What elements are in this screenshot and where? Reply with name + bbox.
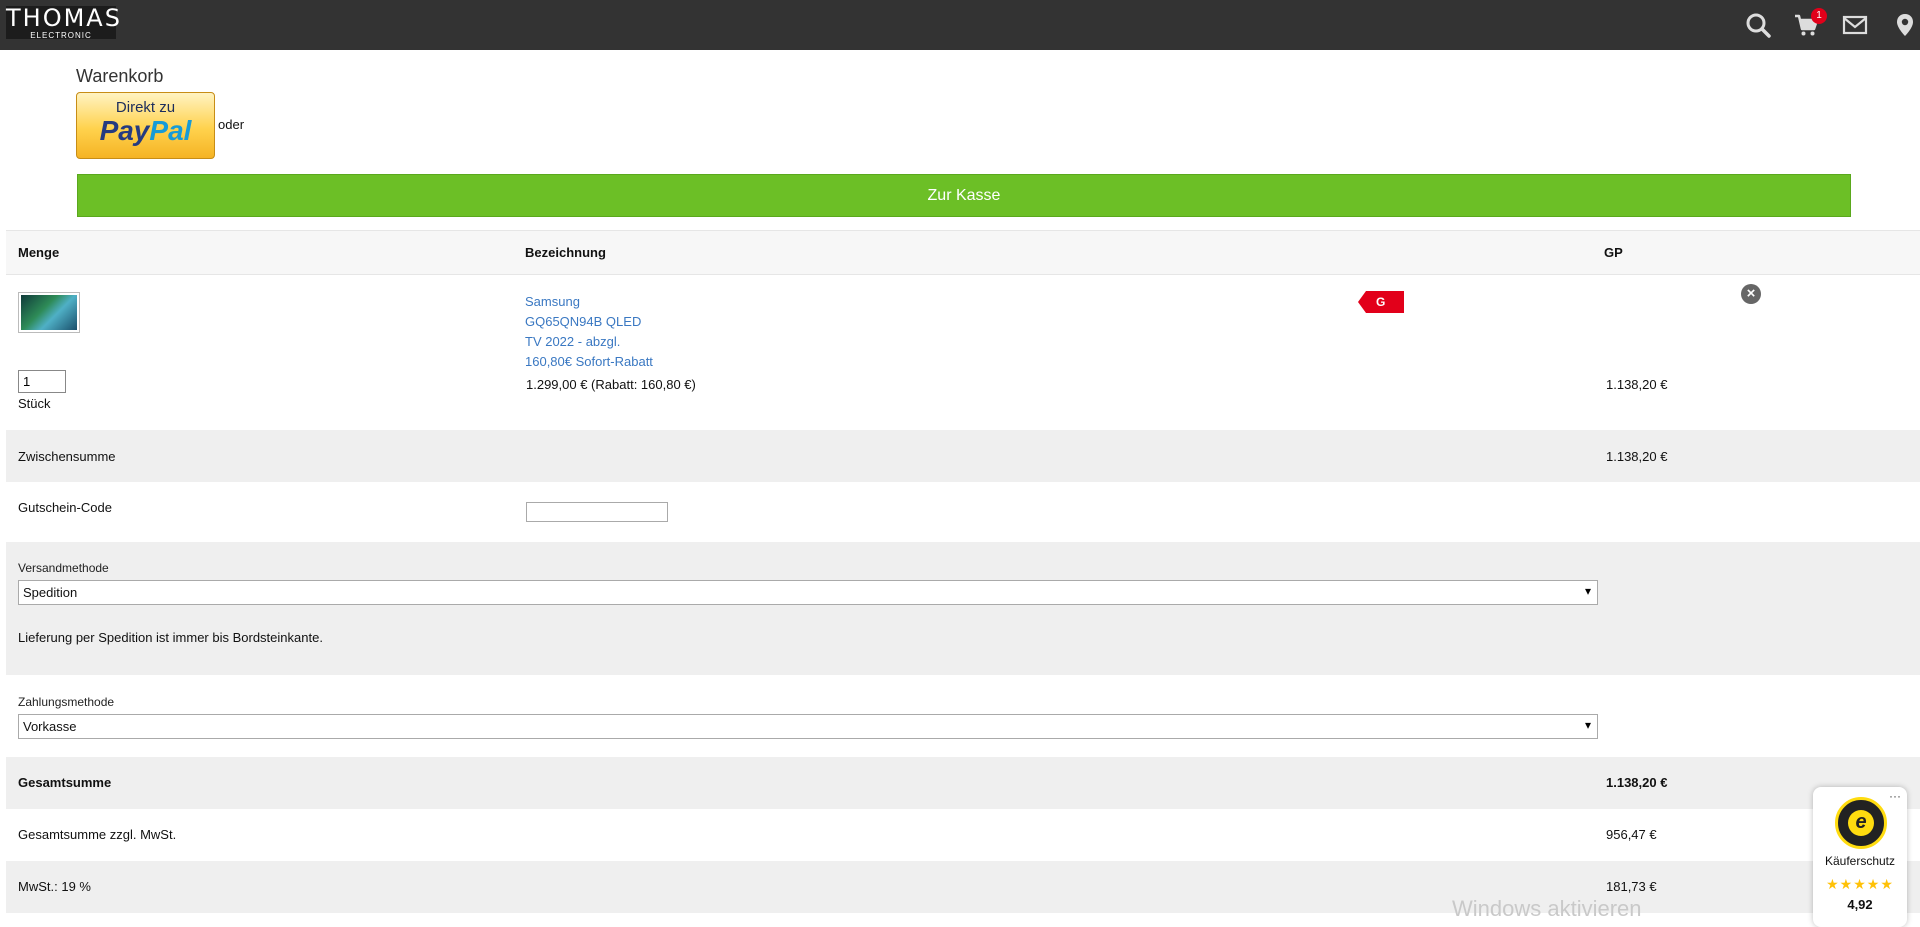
shipping-note: Lieferung per Spedition ist immer bis Bo… [18, 630, 323, 645]
grand-total-row: Gesamtsumme 1.138,20 € [6, 757, 1920, 809]
product-name-link[interactable]: Samsung GQ65QN94B QLED TV 2022 - abzgl. … [525, 292, 653, 372]
page-title: Warenkorb [76, 66, 164, 86]
column-header-description: Bezeichnung [525, 245, 606, 260]
logo-main-text: THOMAS [6, 4, 122, 32]
paypal-logo: PayPal [99, 115, 192, 146]
grand-total-value: 1.138,20 € [1606, 775, 1668, 790]
cart-count-badge: 1 [1811, 8, 1827, 24]
cart-table-header: Menge Bezeichnung GP [6, 230, 1920, 275]
column-header-quantity: Menge [18, 245, 60, 260]
trusted-shops-badge[interactable]: ··· e Käuferschutz ★★★★★ 4,92 [1813, 787, 1907, 927]
vat-value: 181,73 € [1606, 879, 1657, 894]
payment-method-label: Zahlungsmethode [18, 695, 115, 709]
quantity-input[interactable] [18, 370, 66, 393]
net-total-label: Gesamtsumme zzgl. MwSt. [18, 827, 177, 842]
windows-activation-watermark: Windows aktivieren [1452, 896, 1642, 921]
shipping-method-select[interactable]: Spedition ▾ [18, 580, 1598, 605]
search-icon[interactable] [1745, 12, 1771, 38]
cart-item-row [6, 275, 1920, 430]
product-name-line: Samsung [525, 294, 580, 309]
mail-icon[interactable] [1842, 12, 1868, 38]
net-total-row: Gesamtsumme zzgl. MwSt. 956,47 € [6, 809, 1920, 861]
buyer-protection-label: Käuferschutz [1824, 854, 1896, 868]
coupon-code-input[interactable] [526, 502, 668, 522]
chevron-down-icon: ▾ [1584, 584, 1591, 598]
vat-label: MwSt.: 19 % [18, 879, 91, 894]
subtotal-value: 1.138,20 € [1606, 449, 1668, 464]
top-header: THOMAS ELECTRONIC 1 [0, 0, 1920, 50]
subtotal-row: Zwischensumme 1.138,20 € [6, 430, 1920, 482]
product-name-line: GQ65QN94B QLED [525, 314, 642, 329]
product-name-line: 160,80€ Sofort-Rabatt [525, 354, 653, 369]
item-price-detail: 1.299,00 € (Rabatt: 160,80 €) [526, 377, 696, 392]
rating-stars-icon: ★★★★★ [1826, 876, 1894, 892]
product-thumbnail[interactable] [18, 292, 80, 333]
shipping-row: Versandmethode Lieferung per Spedition i… [6, 542, 1920, 675]
coupon-label: Gutschein-Code [18, 500, 112, 515]
store-logo[interactable]: THOMAS ELECTRONIC [6, 4, 122, 40]
close-circle-icon[interactable]: × [1741, 284, 1761, 304]
payment-method-selected: Vorkasse [23, 719, 77, 734]
more-options-icon[interactable]: ··· [1889, 789, 1901, 803]
grand-total-label: Gesamtsumme [18, 775, 112, 790]
shipping-method-selected: Spedition [23, 585, 78, 600]
product-name-line: TV 2022 - abzgl. [525, 334, 621, 349]
item-total-price: 1.138,20 € [1606, 377, 1668, 392]
energy-label-tag[interactable]: G [1358, 291, 1404, 313]
checkout-button[interactable]: Zur Kasse [77, 174, 1851, 217]
paypal-express-button[interactable]: Direkt zu PayPal [76, 92, 215, 159]
net-total-value: 956,47 € [1606, 827, 1657, 842]
location-pin-icon[interactable] [1892, 12, 1918, 38]
or-label: oder [218, 117, 245, 132]
coupon-row: Gutschein-Code [6, 482, 1920, 542]
payment-method-select[interactable]: Vorkasse ▾ [18, 714, 1598, 739]
logo-sub-text: ELECTRONIC [30, 31, 92, 40]
subtotal-label: Zwischensumme [18, 449, 116, 464]
paypal-button-caption: Direkt zu [115, 99, 176, 116]
trusted-shops-seal-icon: e [1835, 797, 1887, 849]
quantity-unit-label: Stück [18, 396, 51, 411]
chevron-down-icon: ▾ [1584, 718, 1591, 732]
shipping-method-label: Versandmethode [18, 561, 109, 575]
seal-letter: e [1848, 810, 1874, 836]
column-header-total-price: GP [1604, 245, 1623, 260]
